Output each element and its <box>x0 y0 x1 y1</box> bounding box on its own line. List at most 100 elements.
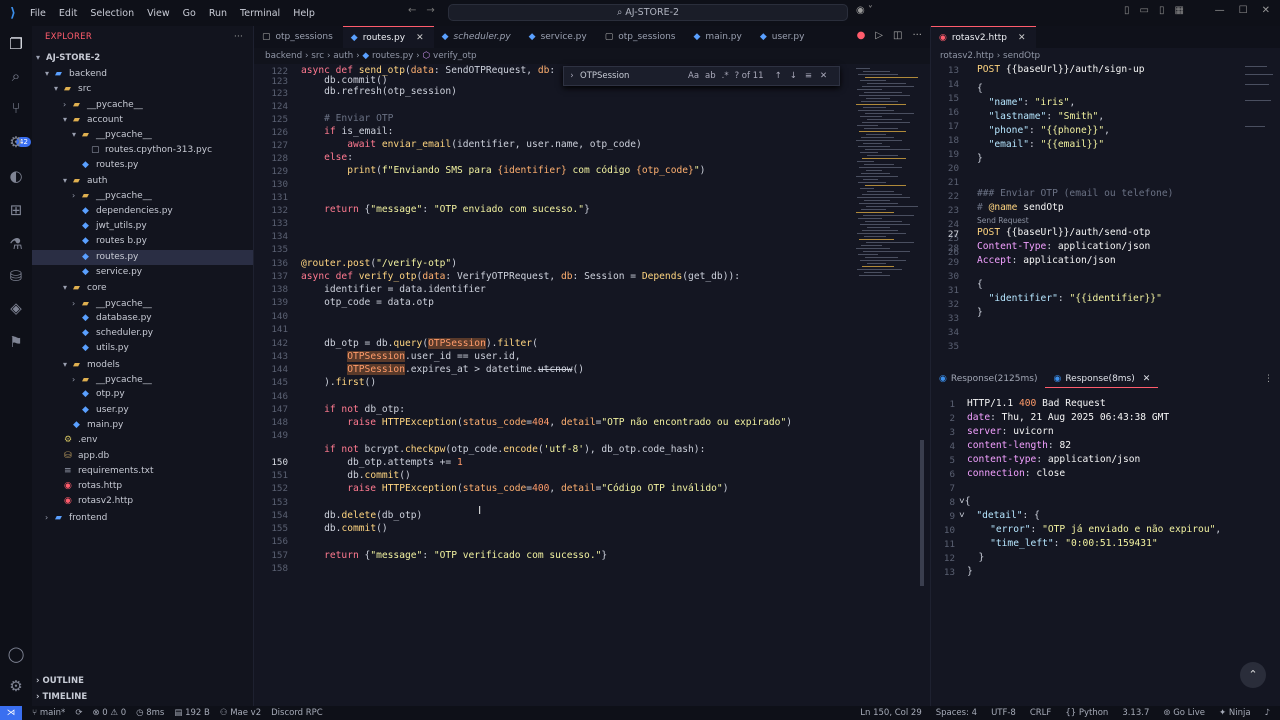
explorer-icon[interactable]: ❐ <box>6 34 26 54</box>
editor-scrollbar[interactable] <box>920 440 924 586</box>
layout-secondary-icon[interactable]: ▯ <box>1159 5 1165 16</box>
regex-icon[interactable]: .* <box>722 71 729 81</box>
tree-file[interactable]: ⛁ app.db <box>32 449 253 464</box>
branch-indicator[interactable]: ⑂ main* <box>32 708 65 718</box>
tree-folder[interactable]: ▾ ▰ auth <box>32 173 253 188</box>
menu-selection[interactable]: Selection <box>90 8 134 19</box>
breadcrumb-item[interactable]: routes.py <box>372 51 413 61</box>
send-request-codelens[interactable]: Send Request <box>977 216 1029 225</box>
breadcrumb-item[interactable]: sendOtp <box>1003 51 1040 61</box>
tree-file[interactable]: ◉ rotas.http <box>32 479 253 494</box>
menu-help[interactable]: Help <box>293 8 315 19</box>
run-debug-icon[interactable]: ⚙ <box>6 132 26 152</box>
breadcrumb-item[interactable]: backend <box>265 51 302 61</box>
chevron-right-icon[interactable]: › <box>564 71 580 81</box>
go-live-button[interactable]: ⊚ Go Live <box>1163 708 1205 718</box>
discord-rpc[interactable]: Discord RPC <box>271 708 323 718</box>
database-icon[interactable]: ⛁ <box>6 266 26 286</box>
sync-icon[interactable]: ⟳ <box>75 708 82 718</box>
docker-icon[interactable]: ◈ <box>6 298 26 318</box>
cursor-position[interactable]: Ln 150, Col 29 <box>860 708 921 718</box>
tree-file[interactable]: ◆ user.py <box>32 403 253 418</box>
breadcrumb-item[interactable]: auth <box>333 51 353 61</box>
scroll-to-top-button[interactable]: ⌃ <box>1240 662 1266 688</box>
minimap[interactable] <box>854 64 920 294</box>
menu-go[interactable]: Go <box>183 8 196 19</box>
close-icon[interactable]: ✕ <box>416 27 424 49</box>
tree-file[interactable]: ◆ database.py <box>32 311 253 326</box>
tree-folder[interactable]: › ▰ __pycache__ <box>32 372 253 387</box>
timeline-section[interactable]: › TIMELINE <box>32 690 253 705</box>
tree-folder[interactable]: › ▰ __pycache__ <box>32 97 253 112</box>
more-actions-icon[interactable]: ⋮ <box>1264 374 1273 384</box>
more-actions-icon[interactable]: ··· <box>234 32 243 42</box>
tab-otp-sessions[interactable]: ▢ otp_sessions <box>254 26 343 48</box>
source-control-icon[interactable]: ⑂ <box>6 98 26 118</box>
forward-arrow-icon[interactable]: → <box>426 5 434 16</box>
edge-icon[interactable]: ◐ <box>6 166 26 186</box>
tree-file[interactable]: ◉ rotasv2.http <box>32 494 253 509</box>
layout-sidebar-icon[interactable]: ▯ <box>1124 5 1130 16</box>
profile-indicator[interactable]: ⚇ Mae v2 <box>220 708 261 718</box>
tree-folder[interactable]: › ▰ __pycache__ <box>32 188 253 203</box>
whole-word-icon[interactable]: ab <box>705 71 716 81</box>
ninja-indicator[interactable]: ✦ Ninja <box>1219 708 1251 718</box>
tree-folder[interactable]: ▾ ▰ backend <box>32 66 253 81</box>
find-input[interactable]: OTPSession <box>580 71 688 81</box>
notifications-icon[interactable]: ♪ <box>1265 708 1270 718</box>
maximize-icon[interactable]: ☐ <box>1239 5 1248 16</box>
minimize-icon[interactable]: — <box>1215 5 1225 16</box>
next-match-icon[interactable]: ↓ <box>790 71 797 81</box>
tree-file[interactable]: ◆ dependencies.py <box>32 204 253 219</box>
run-icon[interactable]: ▷ <box>875 30 883 41</box>
minimap[interactable] <box>1241 64 1280 144</box>
tree-file[interactable]: ◆ scheduler.py <box>32 326 253 341</box>
breadcrumb-item[interactable]: src <box>311 51 324 61</box>
remote-icon[interactable]: ⋊ <box>0 706 22 720</box>
tab-routes-py[interactable]: ◆ routes.py ✕ <box>342 26 434 49</box>
tab-scheduler-py[interactable]: ◆ scheduler.py <box>434 26 521 48</box>
tree-file[interactable]: ◆ routes.py <box>32 249 253 265</box>
tree-file[interactable]: ⚙ .env <box>32 433 253 448</box>
tab-rotasv2-http[interactable]: ◉ rotasv2.http ✕ <box>931 26 1036 48</box>
split-editor-icon[interactable]: ◫ <box>893 30 902 41</box>
tree-file[interactable]: ◆ routes.py <box>32 158 253 173</box>
http-response-viewer[interactable]: 1 HTTP/1.1 400 Bad Request 2 date: Thu, 21… <box>931 398 1280 598</box>
account-icon[interactable]: ◯ <box>6 644 26 664</box>
tab-user-py[interactable]: ◆ user.py <box>752 26 815 48</box>
menu-file[interactable]: File <box>30 8 46 19</box>
tree-file[interactable]: ◆ jwt_utils.py <box>32 219 253 234</box>
testing-icon[interactable]: ⚗ <box>6 234 26 254</box>
close-icon[interactable]: ✕ <box>1143 374 1151 384</box>
customize-layout-icon[interactable]: ▦ <box>1174 5 1183 16</box>
find-in-selection-icon[interactable]: ≡ <box>805 71 812 81</box>
encoding[interactable]: UTF-8 <box>991 708 1016 718</box>
tree-file[interactable]: ◆ main.py <box>32 418 253 433</box>
menu-run[interactable]: Run <box>209 8 227 19</box>
search-icon[interactable]: ⌕ <box>6 66 26 86</box>
indentation[interactable]: Spaces: 4 <box>936 708 977 718</box>
tree-folder[interactable]: ▾ ▰ __pycache__ <box>32 127 253 142</box>
close-window-icon[interactable]: ✕ <box>1262 5 1270 16</box>
outline-section[interactable]: › OUTLINE <box>32 674 253 689</box>
command-center[interactable]: ⌕ AJ-STORE-2 <box>448 4 848 21</box>
problems-indicator[interactable]: ⊗ 0 ⚠ 0 <box>92 708 126 718</box>
previous-match-icon[interactable]: ↑ <box>775 71 782 81</box>
copilot-icon[interactable]: ◉ ˅ <box>856 5 873 16</box>
close-icon[interactable]: ✕ <box>1018 27 1026 49</box>
bookmark-icon[interactable]: ⚑ <box>6 332 26 352</box>
tree-folder[interactable]: › ▰ __pycache__ <box>32 296 253 311</box>
tree-file[interactable]: ◆ routes b.py <box>32 234 253 249</box>
tab-main-py[interactable]: ◆ main.py <box>686 26 752 48</box>
size-indicator[interactable]: ▤ 192 B <box>174 708 210 718</box>
breadcrumb-item[interactable]: verify_otp <box>433 51 477 61</box>
workspace-root[interactable]: ▾ AJ-STORE-2 <box>32 50 253 65</box>
extensions-icon[interactable]: ⊞ <box>6 200 26 220</box>
menu-terminal[interactable]: Terminal <box>240 8 280 19</box>
record-icon[interactable]: ● <box>857 30 866 41</box>
tab-otp-sessions-2[interactable]: ▢ otp_sessions <box>597 26 686 48</box>
layout-panel-icon[interactable]: ▭ <box>1140 5 1149 16</box>
tree-file[interactable]: ◆ utils.py <box>32 341 253 356</box>
breadcrumb-item[interactable]: rotasv2.http <box>940 51 994 61</box>
more-actions-icon[interactable]: ··· <box>912 30 922 41</box>
